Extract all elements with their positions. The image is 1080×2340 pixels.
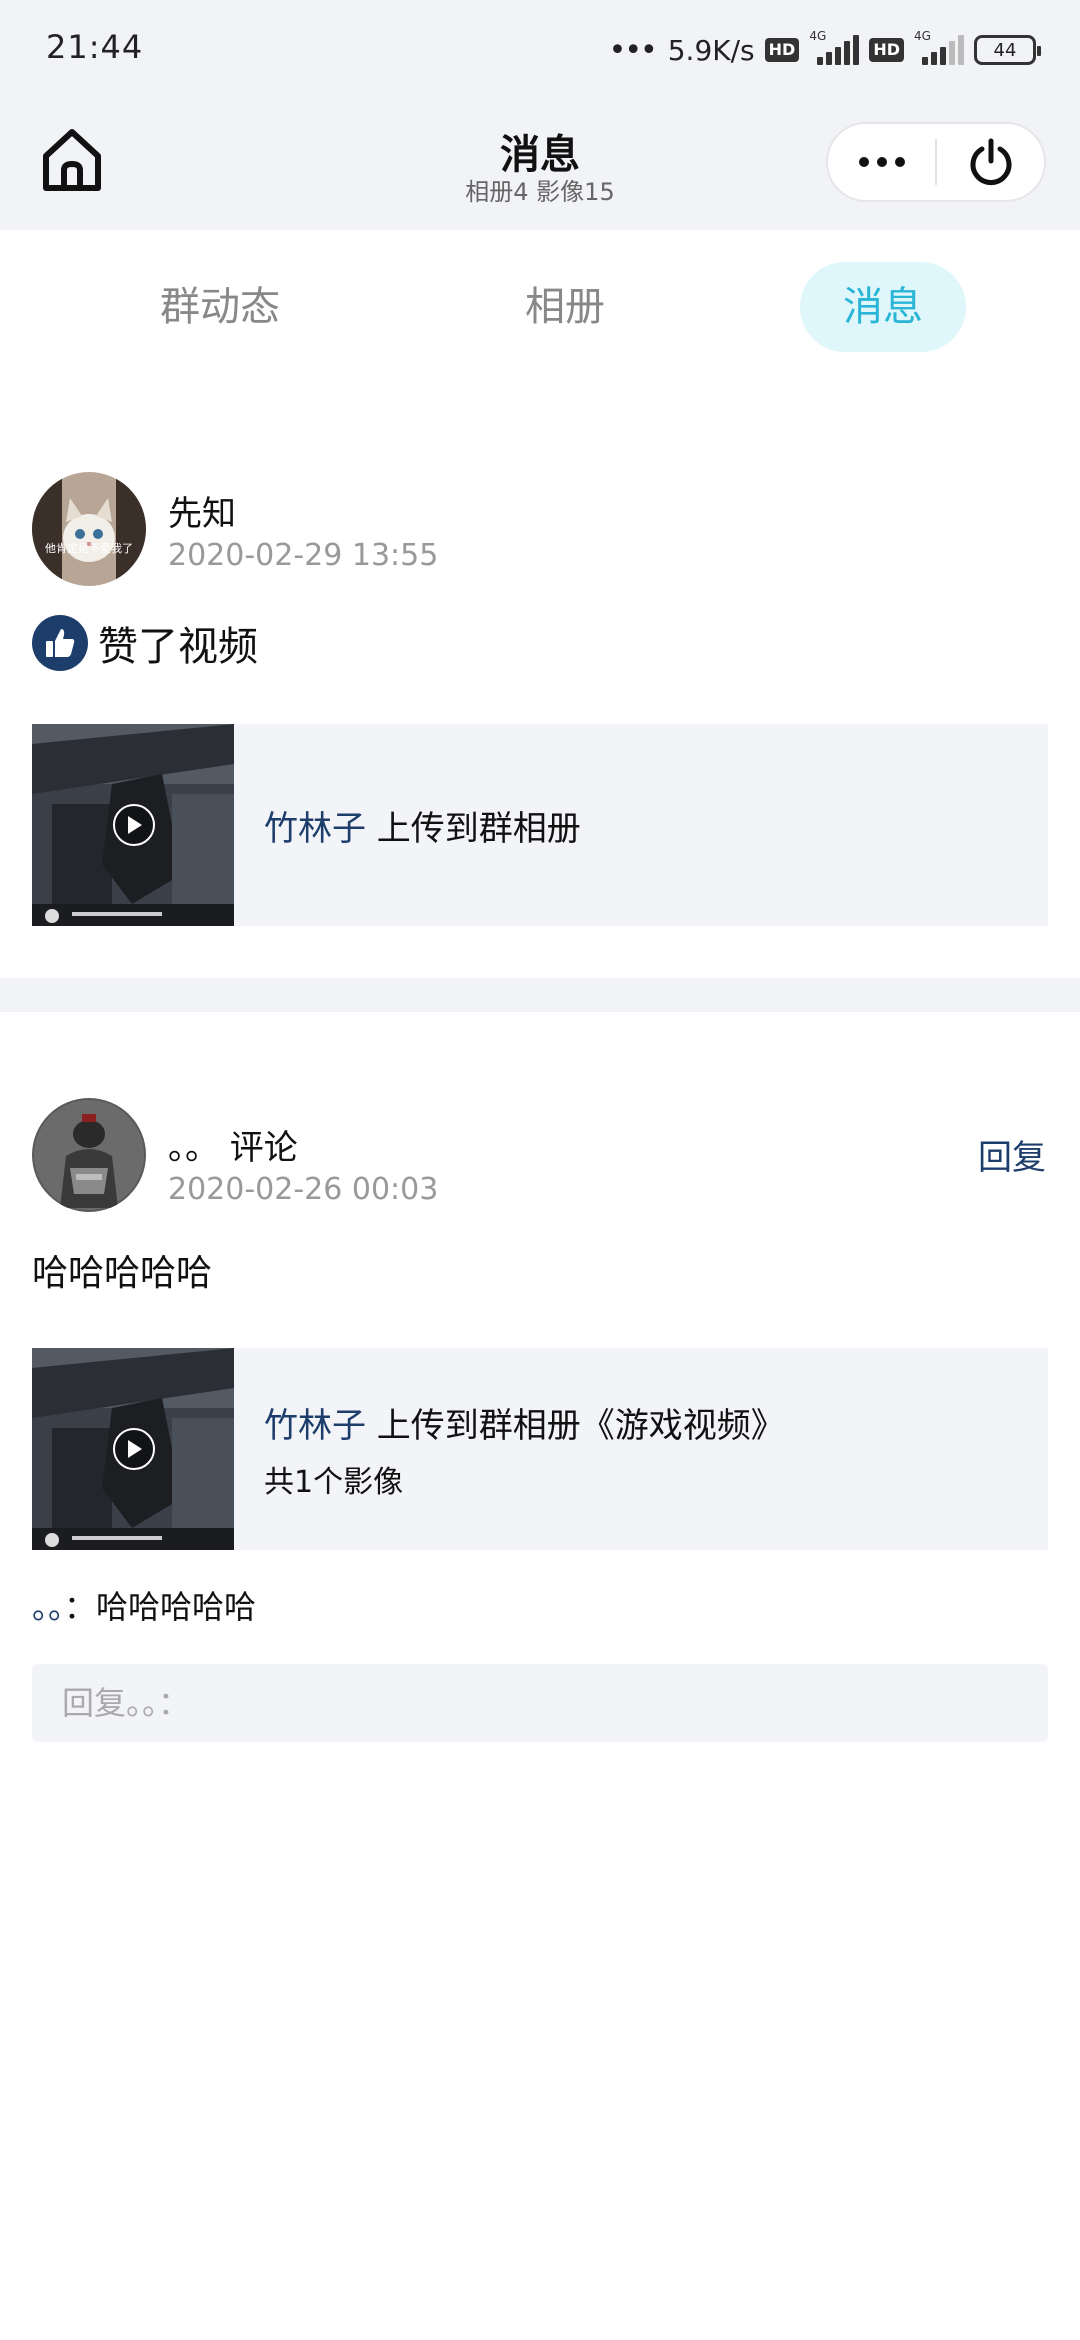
- video-thumbnail[interactable]: [32, 1348, 234, 1550]
- status-bar: 21:44 ••• 5.9K/s HD 4G HD 4G 44: [0, 0, 1080, 96]
- reply-button[interactable]: 回复: [978, 1130, 1046, 1179]
- clock: 21:44: [46, 28, 144, 66]
- message-card-comment: 。。 评论 2020-02-26 00:03 回复 哈哈哈哈哈 竹林子 上传到群…: [0, 1012, 1080, 2340]
- close-power-button[interactable]: [937, 124, 1044, 200]
- user-name: 。。 评论: [168, 1128, 298, 1168]
- tab-album[interactable]: 相册: [475, 262, 655, 352]
- thumbs-up-icon: [32, 615, 88, 671]
- uploader-name[interactable]: 竹林子: [264, 809, 366, 849]
- hd-badge-2: HD: [869, 38, 904, 62]
- comment-text: 哈哈哈哈哈: [96, 1588, 257, 1626]
- avatar[interactable]: [32, 1098, 146, 1212]
- media-card[interactable]: 竹林子 上传到群相册《游戏视频》 共1个影像: [32, 1348, 1048, 1550]
- avatar[interactable]: 他肯定是不爱我了: [32, 472, 146, 586]
- status-icons: ••• 5.9K/s HD 4G HD 4G 44: [608, 29, 1041, 70]
- media-title-line: 竹林子 上传到群相册: [264, 801, 581, 850]
- message-time: 2020-02-29 13:55: [168, 538, 439, 573]
- comment-line: 。。：哈哈哈哈哈: [32, 1582, 256, 1628]
- comment-separator: ：: [64, 1588, 97, 1626]
- comment-body: 哈哈哈哈哈: [32, 1253, 213, 1294]
- uploader-name[interactable]: 竹林子: [264, 1406, 366, 1446]
- mini-program-capsule: [826, 122, 1046, 202]
- signal-icon: 4G: [809, 29, 860, 65]
- media-card[interactable]: 竹林子 上传到群相册: [32, 724, 1048, 926]
- video-thumbnail[interactable]: [32, 724, 234, 926]
- more-dots-icon: •••: [608, 32, 658, 68]
- tab-bar: 群动态 相册 消息: [0, 230, 1080, 380]
- hd-badge: HD: [764, 38, 800, 62]
- comment-author[interactable]: 。。: [32, 1588, 64, 1626]
- battery-icon: 44: [974, 35, 1041, 65]
- media-description: 竹林子 上传到群相册: [234, 724, 581, 926]
- message-time: 2020-02-26 00:03: [168, 1172, 439, 1207]
- user-name: 先知: [168, 494, 236, 534]
- power-icon: [970, 138, 1011, 186]
- media-description: 竹林子 上传到群相册《游戏视频》 共1个影像: [234, 1348, 785, 1550]
- tab-group-feed[interactable]: 群动态: [130, 262, 310, 352]
- more-options-button[interactable]: [828, 124, 935, 200]
- media-text: 上传到群相册: [366, 808, 581, 849]
- media-count: 共1个影像: [264, 1464, 404, 1500]
- reply-input[interactable]: 回复。。：: [32, 1664, 1048, 1742]
- tab-messages[interactable]: 消息: [800, 262, 966, 352]
- network-speed: 5.9K/s: [667, 33, 755, 67]
- message-card-like: 他肯定是不爱我了 先知 2020-02-29 13:55 赞了视频 竹林子 上传…: [0, 380, 1080, 978]
- section-divider: [0, 978, 1080, 1012]
- signal-icon-2: 4G: [914, 29, 964, 65]
- avatar-caption: 他肯定是不爱我了: [45, 541, 133, 555]
- media-text: 上传到群相册《游戏视频》: [366, 1405, 785, 1446]
- nav-header: 消息 相册4 影像15: [0, 96, 1080, 230]
- media-title-line: 竹林子 上传到群相册《游戏视频》: [264, 1398, 785, 1447]
- like-action: 赞了视频: [32, 614, 258, 672]
- action-text: 赞了视频: [98, 624, 258, 670]
